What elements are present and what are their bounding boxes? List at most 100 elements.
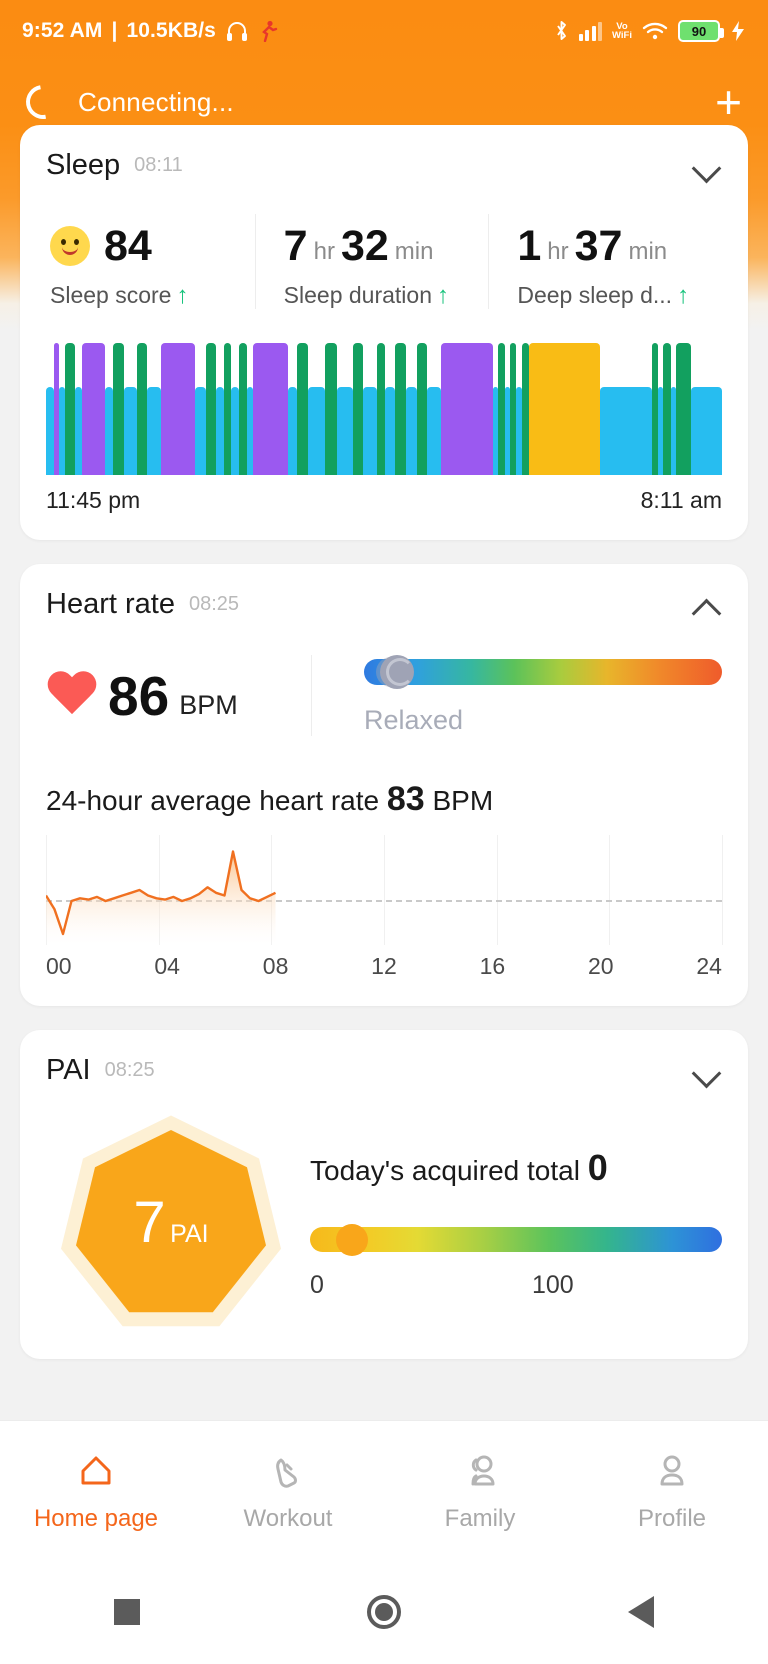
heart-rate-zone-gauge[interactable] — [364, 655, 722, 689]
metric-sleep-score[interactable]: 84 Sleep score ↑ — [46, 214, 255, 309]
chart-tick-label: 12 — [371, 953, 397, 979]
metric-deep-sleep[interactable]: 1 hr 37 min Deep sleep d... ↑ — [488, 214, 722, 309]
sleep-duration-hours: 7 — [283, 222, 308, 270]
chevron-down-icon[interactable] — [692, 1056, 722, 1086]
metric-label: Sleep duration ↑ — [284, 282, 489, 309]
pai-progress-slider[interactable] — [310, 1223, 722, 1257]
chevron-up-icon[interactable] — [692, 590, 722, 620]
sleep-segment-deep — [64, 343, 76, 475]
nav-label-workout: Workout — [243, 1504, 333, 1532]
shoe-icon — [266, 1449, 310, 1493]
status-bar: 9:52 AM | 10.5KB/s Vo WiFi 90 — [0, 0, 768, 62]
sleep-segment-rem — [81, 343, 105, 475]
pai-gauge-track — [310, 1227, 722, 1252]
pai-score-value: 7 — [133, 1190, 166, 1255]
chart-tick-label: 04 — [154, 953, 180, 979]
circle-home-icon[interactable] — [366, 1595, 401, 1629]
pai-heptagon-gauge[interactable]: 7 PAI — [46, 1113, 296, 1333]
people-icon — [458, 1449, 502, 1493]
pai-score-label: PAI — [170, 1220, 209, 1248]
sleep-segment-deep — [509, 343, 517, 475]
chevron-down-icon[interactable] — [692, 151, 722, 181]
sleep-segment-light — [690, 387, 722, 475]
sleep-metrics: 84 Sleep score ↑ 7 hr 32 min Sleep durat… — [46, 214, 722, 309]
nav-item-workout[interactable]: Workout — [192, 1449, 384, 1533]
sleep-segment-deep — [417, 343, 427, 475]
cellular-signal-icon — [578, 21, 603, 41]
sleep-segment-light — [600, 387, 652, 475]
sleep-segment-deep — [676, 343, 691, 475]
pai-card[interactable]: PAI 08:25 7 PAI Today's acquired total 0… — [20, 1030, 748, 1359]
cards-container: Sleep 08:11 84 Sleep score ↑ 7 hr 32 min… — [0, 125, 768, 1383]
add-device-button[interactable]: + — [715, 79, 742, 125]
heart-rate-line-chart[interactable] — [46, 835, 723, 945]
sleep-axis-end: 8:11 am — [640, 487, 722, 513]
sleep-segment-light — [75, 387, 82, 475]
nav-item-profile[interactable]: Profile — [576, 1449, 768, 1533]
sleep-segment-deep — [239, 343, 247, 475]
heart-rate-average-unit: BPM — [432, 785, 494, 816]
smiley-face-icon — [50, 226, 90, 266]
sleep-segment-light — [337, 387, 353, 475]
bluetooth-icon — [554, 20, 569, 42]
chart-tick-label: 08 — [262, 953, 289, 979]
pai-total-text: Today's acquired total 0 — [310, 1147, 722, 1189]
heart-rate-gauge-knob[interactable] — [380, 655, 414, 689]
metric-value: 7 hr 32 min — [284, 214, 489, 268]
sleep-card-header[interactable]: Sleep 08:11 — [46, 149, 722, 182]
status-time: 9:52 AM — [22, 19, 103, 42]
sleep-title: Sleep — [46, 149, 121, 181]
trend-up-icon: ↑ — [437, 281, 450, 309]
heart-rate-title: Heart rate — [46, 588, 175, 620]
heart-icon — [46, 670, 98, 718]
chart-tick-label: 24 — [696, 953, 722, 979]
nav-item-family[interactable]: Family — [384, 1449, 576, 1533]
sleep-segment-light — [104, 387, 113, 475]
charging-bolt-icon — [730, 20, 746, 42]
heart-rate-card[interactable]: Heart rate 08:25 86 BPM Relaxed 24-hour … — [20, 564, 748, 1006]
nav-label-profile: Profile — [637, 1504, 707, 1532]
triangle-back-icon[interactable] — [628, 1596, 655, 1628]
system-navigation-bar — [0, 1560, 768, 1664]
loading-spinner-icon — [19, 78, 67, 126]
sleep-duration-minutes: 32 — [340, 222, 389, 270]
square-recents-icon[interactable] — [113, 1599, 140, 1625]
status-separator: | — [111, 19, 118, 42]
nav-item-home[interactable]: Home page — [0, 1449, 192, 1533]
heart-rate-series — [46, 850, 277, 945]
pai-total-value: 0 — [587, 1146, 608, 1188]
status-net-speed: 10.5KB/s — [126, 19, 216, 42]
metric-sleep-duration[interactable]: 7 hr 32 min Sleep duration ↑ — [254, 214, 489, 309]
sleep-hypnogram-chart[interactable] — [46, 343, 722, 475]
sleep-segment-deep — [394, 343, 407, 475]
sleep-segment-light — [363, 387, 377, 475]
sleep-segment-deep — [112, 343, 124, 475]
app-screen: 9:52 AM | 10.5KB/s Vo WiFi 90 Connecting… — [0, 0, 768, 1664]
nav-label-family: Family — [444, 1504, 516, 1532]
sleep-timestamp: 08:11 — [134, 154, 183, 176]
status-bar-right: Vo WiFi 90 — [554, 20, 746, 42]
sleep-duration-hours-unit: hr — [313, 238, 335, 265]
wifi-icon — [642, 21, 668, 41]
battery-level: 90 — [691, 23, 707, 39]
chart-tick-label: 00 — [46, 953, 72, 979]
sleep-segment-light — [406, 387, 418, 475]
pai-details: Today's acquired total 0 0 100 — [296, 1147, 722, 1300]
sleep-segment-light — [194, 387, 206, 475]
heart-rate-zone-group: Relaxed — [311, 655, 722, 736]
sleep-segment-deep — [296, 343, 308, 475]
sleep-segment-light — [230, 387, 240, 475]
sleep-duration-minutes-unit: min — [394, 238, 434, 265]
pai-card-header[interactable]: PAI 08:25 — [46, 1054, 722, 1087]
sleep-segment-light — [385, 387, 395, 475]
pai-gauge-knob[interactable] — [336, 1223, 368, 1256]
heart-rate-chart-axis: 00 04 08 12 16 20 24 — [46, 953, 722, 980]
heart-rate-card-header[interactable]: Heart rate 08:25 — [46, 588, 722, 621]
pai-title: PAI — [46, 1054, 91, 1086]
sleep-segment-deep — [376, 343, 386, 475]
battery-indicator: 90 — [678, 20, 724, 42]
sleep-score-label: Sleep score — [50, 282, 172, 308]
sleep-segment-light — [123, 387, 138, 475]
sleep-card[interactable]: Sleep 08:11 84 Sleep score ↑ 7 hr 32 min… — [20, 125, 748, 540]
sleep-segment-light — [46, 387, 55, 475]
